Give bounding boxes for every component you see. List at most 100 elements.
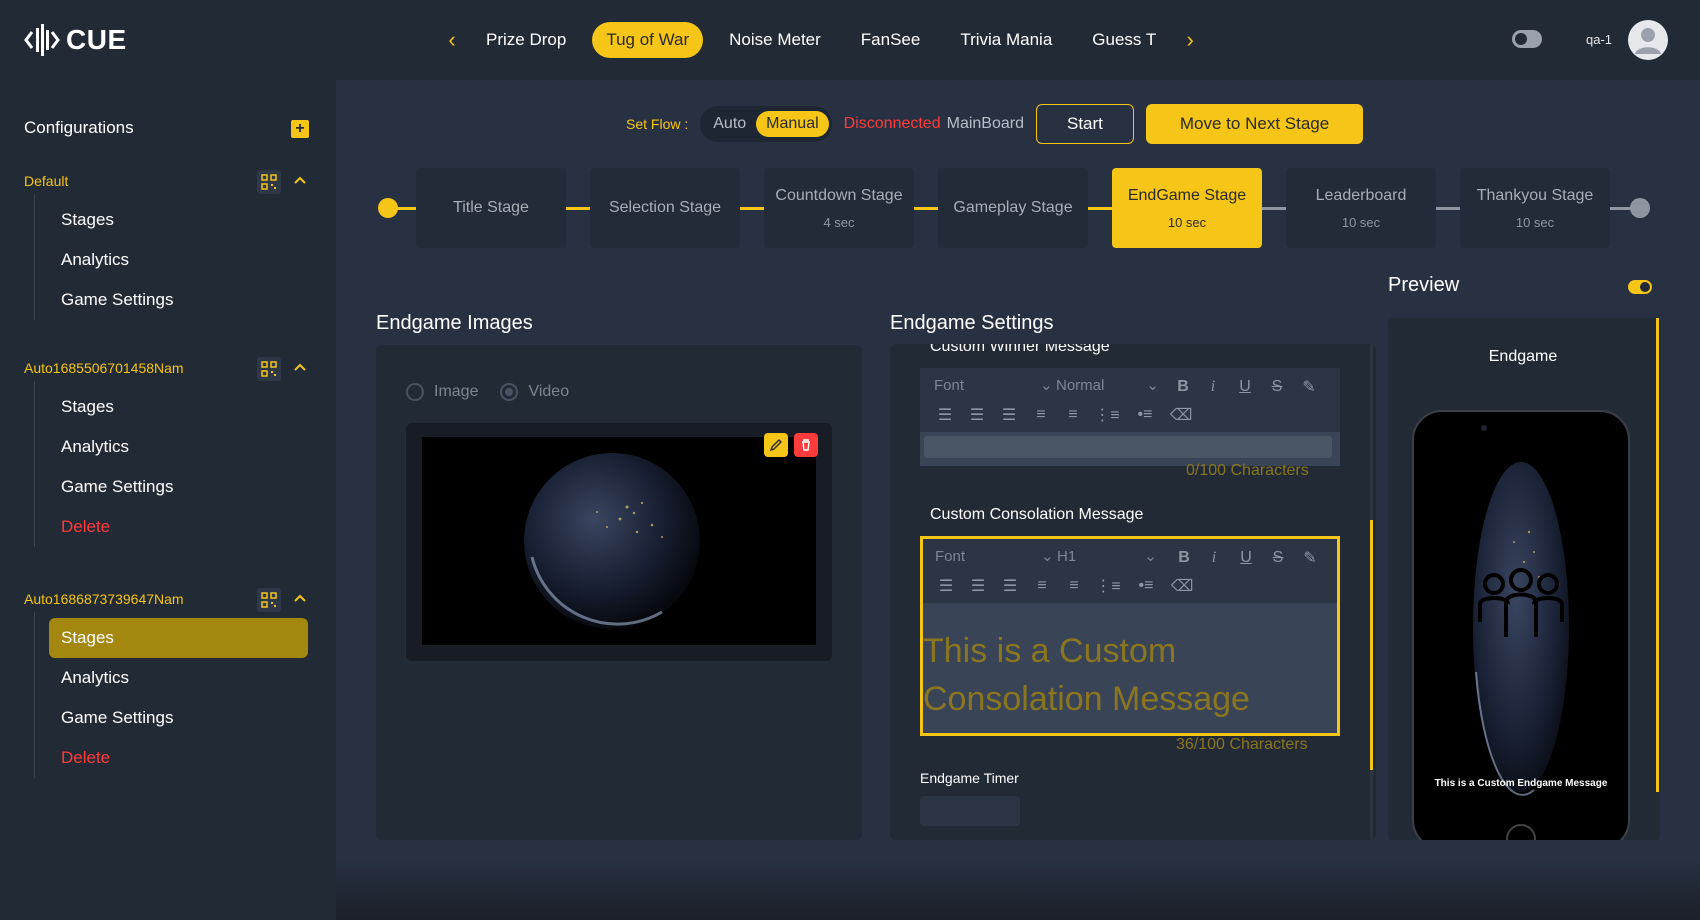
preview-toggle[interactable]	[1628, 280, 1652, 294]
stage-timeline: Title Stage Selection Stage Countdown St…	[378, 168, 1654, 248]
indent-increase-icon[interactable]: ≡	[1062, 404, 1084, 426]
consolation-message-input[interactable]: This is a Custom Consolation Message	[923, 627, 1323, 723]
avatar[interactable]	[1628, 20, 1668, 60]
app-logo[interactable]: CUE	[24, 20, 127, 60]
start-button[interactable]: Start	[1035, 104, 1134, 144]
indent-decrease-icon[interactable]: ≡	[1030, 404, 1052, 426]
endgame-video[interactable]	[422, 437, 816, 645]
align-right-icon[interactable]: ☰	[998, 404, 1020, 426]
sidebar-item-game-settings[interactable]: Game Settings	[35, 467, 308, 507]
radio-video[interactable]	[500, 383, 519, 401]
bold-icon[interactable]: B	[1172, 376, 1194, 398]
consolation-message-editor: Font ⌄ H1 ⌄ B i U S ✎ ☰ ☰ ☰ ≡ ≡ ⋮≡ •≡ ⌫ Th…	[920, 536, 1340, 736]
set-flow-label: Set Flow :	[626, 116, 689, 132]
stage-gameplay[interactable]: Gameplay Stage	[938, 168, 1088, 248]
config-group-auto1: Auto1685506701458Nam Stages Analytics Ga…	[24, 355, 314, 547]
bullet-list-icon[interactable]: •≡	[1134, 404, 1156, 426]
indent-decrease-icon[interactable]: ≡	[1031, 575, 1053, 597]
logo-text: CUE	[66, 24, 127, 55]
indent-increase-icon[interactable]: ≡	[1063, 575, 1085, 597]
endgame-settings-panel: Custom Winner Message Font ⌄ Normal ⌄ B i …	[890, 344, 1376, 840]
sidebar-item-delete[interactable]: Delete	[35, 507, 308, 547]
top-bar: CUE ‹ Prize Drop Tug of War Noise Meter …	[0, 0, 1700, 80]
flow-option-auto[interactable]: Auto	[703, 111, 756, 137]
size-select[interactable]: Normal ⌄	[1056, 376, 1159, 395]
phone-mockup: This is a Custom Endgame Message	[1412, 410, 1630, 840]
chevron-up-icon[interactable]	[292, 172, 308, 188]
strikethrough-icon[interactable]: S	[1267, 547, 1289, 569]
ordered-list-icon[interactable]: ⋮≡	[1094, 404, 1119, 426]
flow-mode-switch[interactable]: Auto Manual	[700, 106, 832, 142]
sidebar-item-analytics[interactable]: Analytics	[35, 427, 308, 467]
chevron-right-icon[interactable]: ›	[1176, 26, 1204, 54]
highlight-icon[interactable]: ✎	[1298, 376, 1320, 398]
ordered-list-icon[interactable]: ⋮≡	[1095, 575, 1120, 597]
tab-trivia-mania[interactable]: Trivia Mania	[946, 22, 1066, 58]
theme-toggle[interactable]	[1512, 30, 1542, 48]
font-select[interactable]: Font ⌄	[935, 547, 1054, 566]
endgame-images-panel: Image Video	[376, 345, 862, 840]
sidebar-item-stages[interactable]: Stages	[35, 387, 308, 427]
tab-prize-drop[interactable]: Prize Drop	[472, 22, 580, 58]
align-right-icon[interactable]: ☰	[999, 575, 1021, 597]
stage-leaderboard[interactable]: Leaderboard 10 sec	[1286, 168, 1436, 248]
sidebar-item-stages[interactable]: Stages	[49, 618, 308, 658]
size-select[interactable]: H1 ⌄	[1057, 547, 1157, 566]
stage-title[interactable]: Title Stage	[416, 168, 566, 248]
media-type-radios: Image Video	[406, 383, 569, 401]
underline-icon[interactable]: U	[1234, 376, 1256, 398]
edit-icon[interactable]	[764, 433, 788, 457]
qr-code-icon[interactable]	[257, 588, 281, 612]
bold-icon[interactable]: B	[1173, 547, 1195, 569]
winner-char-counter: 0/100 Characters	[1186, 462, 1309, 479]
italic-icon[interactable]: i	[1203, 547, 1225, 569]
align-left-icon[interactable]: ☰	[934, 404, 956, 426]
align-center-icon[interactable]: ☰	[967, 575, 989, 597]
font-select[interactable]: Font ⌄	[934, 376, 1053, 395]
consolation-char-counter: 36/100 Characters	[1176, 736, 1308, 753]
qr-code-icon[interactable]	[257, 170, 281, 194]
stage-countdown[interactable]: Countdown Stage 4 sec	[764, 168, 914, 248]
align-center-icon[interactable]: ☰	[966, 404, 988, 426]
flow-option-manual[interactable]: Manual	[756, 111, 829, 137]
align-left-icon[interactable]: ☰	[935, 575, 957, 597]
next-stage-button[interactable]: Move to Next Stage	[1145, 104, 1364, 144]
sidebar-item-analytics[interactable]: Analytics	[35, 240, 308, 280]
sidebar-item-stages[interactable]: Stages	[35, 200, 308, 240]
sidebar-item-game-settings[interactable]: Game Settings	[35, 698, 308, 738]
clear-format-icon[interactable]: ⌫	[1171, 575, 1194, 597]
preview-scroll-indicator	[1656, 318, 1659, 792]
chevron-up-icon[interactable]	[292, 590, 308, 606]
italic-icon[interactable]: i	[1202, 376, 1224, 398]
strikethrough-icon[interactable]: S	[1266, 376, 1288, 398]
tab-fansee[interactable]: FanSee	[847, 22, 935, 58]
endgame-timer-input[interactable]	[920, 796, 1020, 826]
tab-guess[interactable]: Guess T	[1078, 22, 1170, 58]
radio-image[interactable]	[406, 383, 424, 401]
tab-tug-of-war[interactable]: Tug of War	[592, 22, 704, 58]
stage-endgame[interactable]: EndGame Stage 10 sec	[1112, 168, 1262, 248]
tab-noise-meter[interactable]: Noise Meter	[715, 22, 835, 58]
bottom-fade	[336, 860, 1700, 920]
bullet-list-icon[interactable]: •≡	[1135, 575, 1157, 597]
stage-thankyou[interactable]: Thankyou Stage 10 sec	[1460, 168, 1610, 248]
stage-selection[interactable]: Selection Stage	[590, 168, 740, 248]
underline-icon[interactable]: U	[1235, 547, 1257, 569]
highlight-icon[interactable]: ✎	[1299, 547, 1321, 569]
winner-message-input[interactable]	[924, 436, 1332, 458]
user-icon	[1635, 28, 1661, 54]
delete-icon[interactable]	[794, 433, 818, 457]
sidebar-item-analytics[interactable]: Analytics	[35, 658, 308, 698]
qr-code-icon[interactable]	[257, 357, 281, 381]
settings-scrollbar-thumb[interactable]	[1370, 520, 1373, 770]
chevron-up-icon[interactable]	[292, 359, 308, 375]
sidebar-item-game-settings[interactable]: Game Settings	[35, 280, 308, 320]
chevron-left-icon[interactable]: ‹	[438, 26, 466, 54]
add-configuration-button[interactable]: +	[291, 120, 309, 138]
preview-screen-name: Endgame	[1488, 348, 1558, 365]
radio-video-label: Video	[528, 383, 570, 400]
winner-toolbar: Font ⌄ Normal ⌄ B i U S ✎ ☰ ☰ ☰ ≡ ≡ ⋮≡ •≡ …	[920, 368, 1340, 432]
clear-format-icon[interactable]: ⌫	[1170, 404, 1193, 426]
configurations-heading: Configurations	[24, 118, 134, 137]
sidebar-item-delete[interactable]: Delete	[35, 738, 308, 778]
